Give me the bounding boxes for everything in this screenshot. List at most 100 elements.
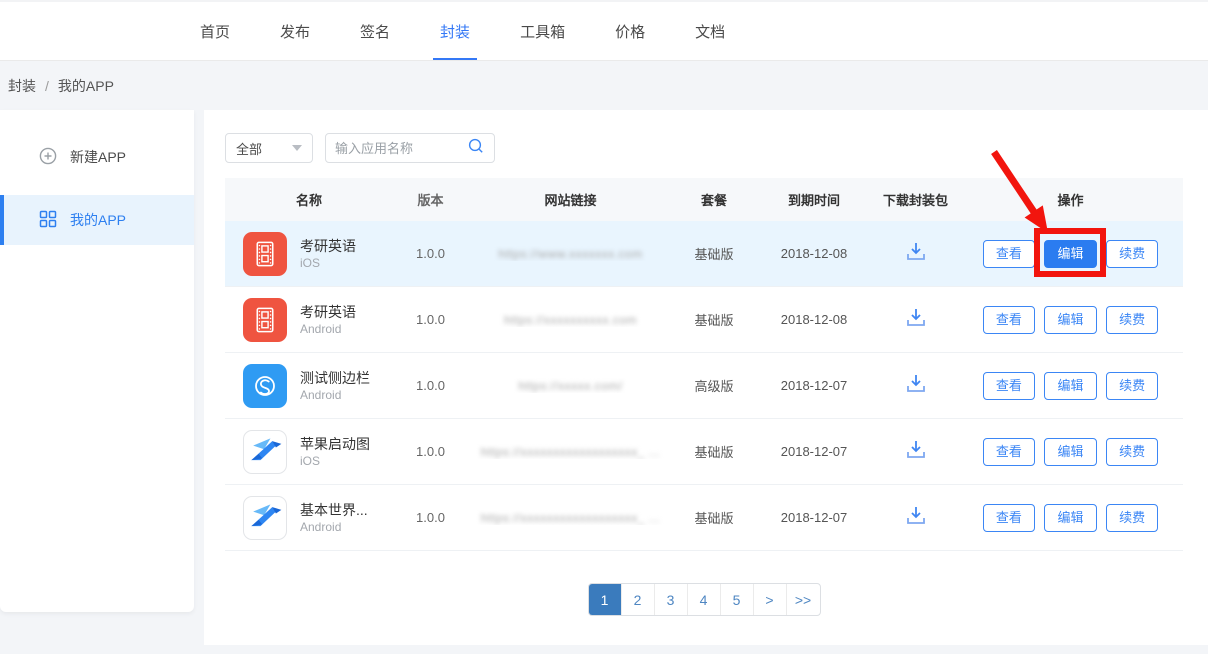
nav-item-package[interactable]: 封装 — [440, 2, 470, 60]
app-expiry: 2018-12-08 — [755, 312, 873, 327]
view-button[interactable]: 查看 — [983, 504, 1035, 532]
page-last-button[interactable]: >> — [787, 584, 820, 615]
table-row[interactable]: 考研英语 Android 1.0.0 https://xxxxxxxxxx.co… — [225, 287, 1183, 353]
table-row[interactable]: 测试侧边栏 Android 1.0.0 https://xxxxx.com/ 高… — [225, 353, 1183, 419]
table-row[interactable]: 考研英语 iOS 1.0.0 https://www.xxxxxxx.com 基… — [225, 221, 1183, 287]
sidebar-item-label: 新建APP — [70, 147, 126, 167]
breadcrumb-section[interactable]: 封装 — [8, 76, 36, 96]
app-name: 考研英语 — [300, 303, 356, 321]
view-button[interactable]: 查看 — [983, 306, 1035, 334]
sidebar-item-label: 我的APP — [70, 210, 126, 230]
renew-button[interactable]: 续费 — [1106, 438, 1158, 466]
renew-button[interactable]: 续费 — [1106, 306, 1158, 334]
page-button-2[interactable]: 2 — [622, 584, 655, 615]
renew-button[interactable]: 续费 — [1106, 504, 1158, 532]
view-button[interactable]: 查看 — [983, 438, 1035, 466]
search-input[interactable] — [335, 141, 467, 156]
page-button-5[interactable]: 5 — [721, 584, 754, 615]
bird-icon — [243, 496, 287, 540]
download-icon[interactable] — [904, 241, 928, 266]
page-next-button[interactable]: > — [754, 584, 787, 615]
app-platform: iOS — [300, 453, 370, 469]
app-plan: 基础版 — [673, 244, 755, 263]
edit-button[interactable]: 编辑 — [1044, 438, 1096, 466]
app-plan: 基础版 — [673, 442, 755, 461]
app-platform: Android — [300, 387, 370, 403]
download-icon[interactable] — [904, 439, 928, 464]
column-header-url: 网站链接 — [468, 190, 673, 209]
edit-button[interactable]: 编辑 — [1044, 306, 1096, 334]
app-version: 1.0.0 — [393, 312, 468, 327]
grid-icon — [39, 210, 57, 231]
search-icon[interactable] — [467, 137, 485, 160]
app-platform: Android — [300, 519, 368, 535]
app-name: 基本世界... — [300, 501, 368, 519]
nav-item-price[interactable]: 价格 — [615, 2, 645, 60]
app-name: 考研英语 — [300, 237, 356, 255]
bird-icon — [243, 430, 287, 474]
app-plan: 基础版 — [673, 508, 755, 527]
table-header: 名称 版本 网站链接 套餐 到期时间 下载封装包 操作 — [225, 178, 1183, 221]
app-url-blurred: https://xxxxx.com/ — [518, 379, 622, 393]
download-icon[interactable] — [904, 307, 928, 332]
nav-item-toolbox[interactable]: 工具箱 — [520, 2, 565, 60]
nav-item-docs[interactable]: 文档 — [695, 2, 725, 60]
plus-circle-icon — [39, 147, 57, 168]
app-expiry: 2018-12-08 — [755, 246, 873, 261]
renew-button[interactable]: 续费 — [1106, 240, 1158, 268]
nav-item-signature[interactable]: 签名 — [360, 2, 390, 60]
view-button[interactable]: 查看 — [983, 240, 1035, 268]
download-icon[interactable] — [904, 373, 928, 398]
app-expiry: 2018-12-07 — [755, 444, 873, 459]
breadcrumb-separator: / — [45, 78, 49, 94]
app-plan: 基础版 — [673, 310, 755, 329]
app-plan: 高级版 — [673, 376, 755, 395]
top-nav: 首页 发布 签名 封装 工具箱 价格 文档 — [0, 0, 1208, 61]
filter-bar: 全部 — [225, 133, 1183, 163]
edit-button[interactable]: 编辑 — [1044, 504, 1096, 532]
breadcrumb: 封装 / 我的APP — [0, 61, 1208, 110]
edit-button[interactable]: 编辑 — [1044, 240, 1096, 268]
app-platform: iOS — [300, 255, 356, 271]
app-expiry: 2018-12-07 — [755, 510, 873, 525]
page-button-1[interactable]: 1 — [589, 584, 622, 615]
sidebar-item-my-app[interactable]: 我的APP — [0, 195, 194, 245]
nav-item-publish[interactable]: 发布 — [280, 2, 310, 60]
film-icon — [243, 232, 287, 276]
column-header-actions: 操作 — [958, 190, 1183, 209]
nav-item-home[interactable]: 首页 — [200, 2, 230, 60]
app-version: 1.0.0 — [393, 246, 468, 261]
download-icon[interactable] — [904, 505, 928, 530]
view-button[interactable]: 查看 — [983, 372, 1035, 400]
page-button-4[interactable]: 4 — [688, 584, 721, 615]
app-url-blurred: https://xxxxxxxxxxxxxxxxxx_ ... — [481, 511, 661, 525]
app-version: 1.0.0 — [393, 378, 468, 393]
column-header-plan: 套餐 — [673, 190, 755, 209]
app-url-blurred: https://xxxxxxxxxxxxxxxxxx_ ... — [481, 445, 661, 459]
column-header-name: 名称 — [225, 190, 393, 209]
column-header-expiry: 到期时间 — [755, 190, 873, 209]
app-name: 苹果启动图 — [300, 435, 370, 453]
app-version: 1.0.0 — [393, 510, 468, 525]
sidebar: 新建APP 我的APP — [0, 110, 194, 612]
pagination: 1 2 3 4 5 > >> — [225, 583, 1183, 616]
film-icon — [243, 298, 287, 342]
column-header-download: 下载封装包 — [873, 190, 958, 209]
renew-button[interactable]: 续费 — [1106, 372, 1158, 400]
app-platform: Android — [300, 321, 356, 337]
app-url-blurred: https://xxxxxxxxxx.com — [504, 313, 637, 327]
table-row[interactable]: 基本世界... Android 1.0.0 https://xxxxxxxxxx… — [225, 485, 1183, 551]
page-button-3[interactable]: 3 — [655, 584, 688, 615]
app-version: 1.0.0 — [393, 444, 468, 459]
chevron-down-icon — [292, 145, 302, 151]
main-panel: 全部 名称 版本 网站链接 套餐 到期时间 下载封装包 操作 考研英语 iOS — [204, 110, 1208, 645]
category-select-value: 全部 — [236, 139, 262, 158]
edit-button[interactable]: 编辑 — [1044, 372, 1096, 400]
category-select[interactable]: 全部 — [225, 133, 313, 163]
swirl-icon — [243, 364, 287, 408]
sidebar-item-new-app[interactable]: 新建APP — [0, 132, 194, 182]
app-url-blurred: https://www.xxxxxxx.com — [498, 247, 642, 261]
table-row[interactable]: 苹果启动图 iOS 1.0.0 https://xxxxxxxxxxxxxxxx… — [225, 419, 1183, 485]
column-header-version: 版本 — [393, 190, 468, 209]
breadcrumb-page: 我的APP — [58, 76, 114, 96]
